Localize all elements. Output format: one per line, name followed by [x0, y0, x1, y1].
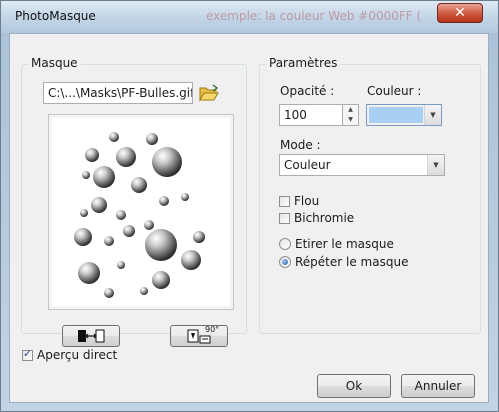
annuler-label: Annuler	[414, 379, 462, 393]
bichromie-checkbox-box[interactable]	[279, 212, 290, 224]
window-title: PhotoMasque	[15, 9, 96, 23]
ok-button[interactable]: Ok	[317, 374, 391, 398]
close-icon: ✕	[454, 5, 466, 21]
bichromie-label: Bichromie	[294, 211, 355, 225]
bichromie-checkbox[interactable]: Bichromie	[279, 211, 354, 225]
bubbles-mask-image	[74, 132, 205, 298]
flou-label: Flou	[294, 194, 320, 208]
couleur-picker[interactable]: ▼	[366, 104, 442, 126]
dialog-client-area: Masque C:\...\Masks\PF-Bulles.gif 90° Pa…	[9, 33, 489, 403]
etirer-radio-button[interactable]	[279, 238, 291, 250]
spin-down-icon[interactable]: ▼	[343, 115, 358, 125]
mode-label: Mode :	[280, 138, 321, 152]
background-window-title: exemple: la couleur Web #0000FF (	[206, 9, 422, 23]
annuler-button[interactable]: Annuler	[401, 374, 475, 398]
color-swatch	[369, 107, 423, 123]
chevron-down-icon: ▼	[424, 105, 441, 125]
repeter-radio-button[interactable]	[279, 256, 291, 268]
couleur-label: Couleur :	[367, 84, 422, 98]
title-bar[interactable]: PhotoMasque exemple: la couleur Web #000…	[1, 1, 498, 33]
photomasque-dialog: PhotoMasque exemple: la couleur Web #000…	[0, 0, 499, 412]
etirer-radio[interactable]: Etirer le masque	[279, 237, 394, 251]
opacite-spinner[interactable]: ▲ ▼	[343, 104, 359, 126]
flip-horizontal-button[interactable]	[62, 325, 120, 347]
mode-value: Couleur	[284, 158, 331, 172]
rotate-90-button[interactable]: 90°	[170, 325, 228, 347]
repeter-label: Répéter le masque	[295, 255, 409, 269]
apercu-direct-label: Aperçu direct	[37, 348, 118, 362]
etirer-label: Etirer le masque	[295, 237, 394, 251]
repeter-radio[interactable]: Répéter le masque	[279, 255, 408, 269]
parametres-group-label: Paramètres	[266, 56, 341, 70]
chevron-down-icon: ▼	[427, 155, 444, 175]
flip-horizontal-icon	[78, 329, 105, 343]
opacite-input[interactable]: 100	[279, 104, 343, 126]
folder-open-icon[interactable]	[199, 84, 219, 102]
close-button[interactable]: ✕	[437, 3, 483, 23]
rotate-degrees-label: 90°	[205, 325, 220, 334]
mask-preview	[48, 114, 234, 310]
opacite-label: Opacité :	[280, 84, 335, 98]
apercu-direct-checkbox[interactable]: Aperçu direct	[22, 347, 118, 362]
spin-up-icon[interactable]: ▲	[343, 105, 358, 115]
mode-select[interactable]: Couleur ▼	[279, 154, 445, 176]
apercu-direct-checkbox-box[interactable]	[22, 347, 33, 361]
flou-checkbox-box[interactable]	[279, 195, 290, 207]
masque-group-label: Masque	[28, 56, 81, 70]
flou-checkbox[interactable]: Flou	[279, 194, 319, 208]
ok-label: Ok	[345, 379, 363, 393]
mask-file-field[interactable]: C:\...\Masks\PF-Bulles.gif	[43, 82, 193, 104]
